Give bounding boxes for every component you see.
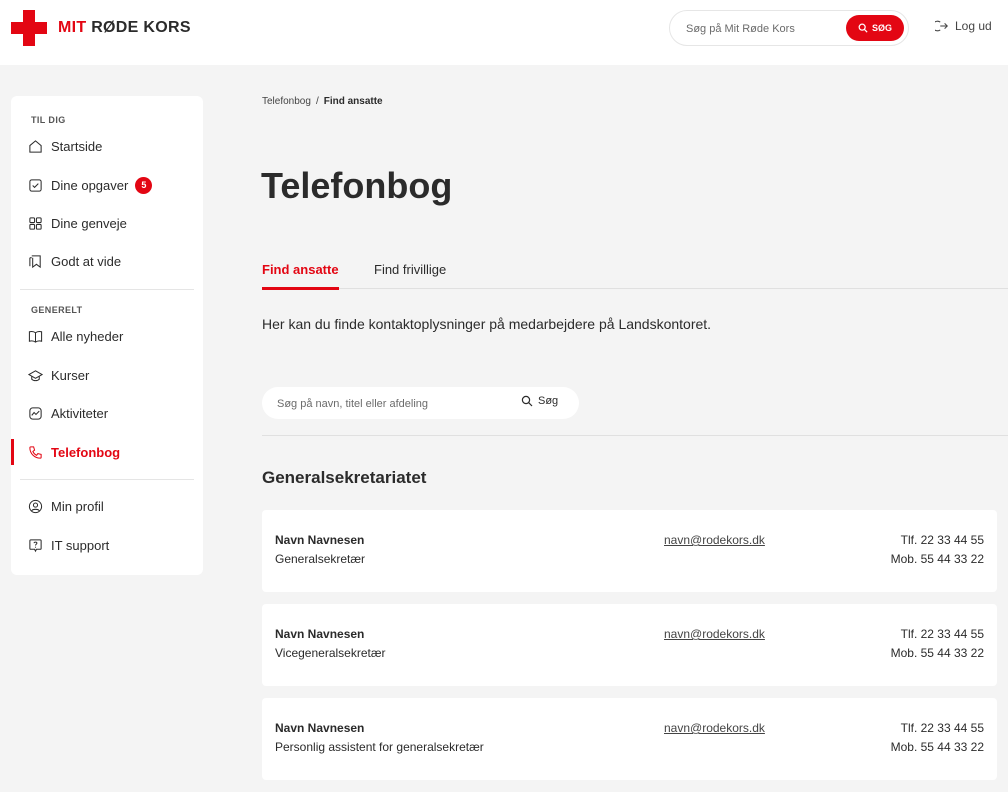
directory-search-button-label: Søg	[538, 395, 559, 407]
sidebar-item-label: Alle nyheder	[51, 328, 124, 344]
sidebar-item-label: Dine genveje	[51, 215, 127, 231]
book-icon	[28, 330, 43, 343]
sidebar-item-startside[interactable]: Startside	[11, 134, 203, 158]
contact-email-link[interactable]: navn@rodekors.dk	[664, 627, 765, 641]
contact-mobile: Mob. 55 44 33 22	[890, 740, 984, 754]
sidebar-item-alle-nyheder[interactable]: Alle nyheder	[11, 324, 203, 348]
phone-icon	[29, 445, 42, 459]
breadcrumb-current: Find ansatte	[323, 96, 383, 107]
department-title: Generalsekretariatet	[262, 468, 427, 487]
directory-search-input[interactable]	[277, 395, 497, 412]
logo-text: MIT RØDE KORS	[58, 19, 191, 37]
contact-card: Navn Navnesen Personlig assistent for ge…	[262, 698, 997, 780]
tab-bar: Find ansatte Find frivillige	[262, 260, 1008, 290]
sidebar-item-min-profil[interactable]: Min profil	[11, 494, 203, 518]
logout-icon	[935, 20, 948, 32]
grid-icon	[29, 216, 42, 230]
sidebar-item-dine-genveje[interactable]: Dine genveje	[11, 211, 203, 235]
sidebar: TIL DIG Startside Dine opgaver 5 Dine ge…	[11, 96, 203, 575]
contact-title: Generalsekretær	[275, 552, 366, 566]
sidebar-item-label: Godt at vide	[51, 253, 122, 269]
sidebar-item-dine-opgaver[interactable]: Dine opgaver 5	[11, 173, 203, 197]
home-icon	[29, 139, 42, 153]
sidebar-item-label: Aktiviteter	[51, 405, 109, 421]
top-header: MIT RØDE KORS SØG Log ud	[0, 0, 1008, 65]
contact-title: Personlig assistent for generalsekretær	[275, 740, 484, 754]
sidebar-item-label: Min profil	[51, 498, 104, 514]
sidebar-item-kurser[interactable]: Kurser	[11, 363, 203, 387]
intro-text: Her kan du finde kontaktoplysninger på m…	[262, 316, 712, 332]
directory-search-button[interactable]: Søg	[521, 395, 558, 407]
contact-title: Vicegeneralsekretær	[275, 646, 386, 660]
logo[interactable]: MIT RØDE KORS	[11, 10, 191, 46]
sidebar-item-label: IT support	[51, 537, 110, 553]
sidebar-item-label: Kurser	[51, 367, 90, 383]
sidebar-item-label: Dine opgaver	[51, 177, 129, 193]
activity-icon	[29, 406, 42, 420]
header-search-input[interactable]	[686, 20, 846, 38]
sidebar-divider	[20, 479, 194, 480]
red-cross-icon	[11, 10, 47, 46]
contact-name: Navn Navnesen	[275, 627, 365, 641]
help-icon	[29, 538, 42, 552]
sidebar-item-godt-at-vide[interactable]: Godt at vide	[11, 249, 203, 273]
contact-mobile: Mob. 55 44 33 22	[890, 646, 984, 660]
user-icon	[28, 499, 43, 513]
logout-label: Log ud	[955, 19, 992, 33]
logout-button[interactable]: Log ud	[935, 19, 992, 33]
sidebar-item-label: Telefonbog	[51, 444, 121, 460]
logo-prefix: MIT	[58, 19, 87, 36]
header-search: SØG	[669, 10, 909, 46]
sidebar-item-label: Startside	[51, 138, 103, 154]
contact-card: Navn Navnesen Generalsekretær navn@rodek…	[262, 510, 997, 592]
contact-email-link[interactable]: navn@rodekors.dk	[664, 533, 765, 547]
checkbox-icon	[29, 178, 42, 192]
contact-phone: Tlf. 22 33 44 55	[900, 627, 984, 641]
contact-phone: Tlf. 22 33 44 55	[900, 533, 984, 547]
graduation-cap-icon	[28, 369, 43, 381]
bookmark-icon	[29, 254, 41, 268]
sidebar-item-telefonbog[interactable]: Telefonbog	[11, 439, 203, 465]
breadcrumb-separator: /	[315, 96, 319, 107]
task-count-badge: 5	[135, 176, 153, 194]
sidebar-section-title: TIL DIG	[31, 115, 66, 125]
contact-phone: Tlf. 22 33 44 55	[900, 721, 984, 735]
sidebar-section-title: GENERELT	[31, 305, 83, 315]
header-search-button[interactable]: SØG	[846, 15, 904, 41]
header-search-button-label: SØG	[871, 23, 892, 33]
search-icon	[521, 395, 533, 407]
contact-email-link[interactable]: navn@rodekors.dk	[664, 721, 765, 735]
sidebar-item-aktiviteter[interactable]: Aktiviteter	[11, 401, 203, 425]
tab-find-frivillige[interactable]: Find frivillige	[374, 262, 446, 289]
breadcrumb-parent[interactable]: Telefonbog	[262, 96, 311, 107]
contact-card: Navn Navnesen Vicegeneralsekretær navn@r…	[262, 604, 997, 686]
sidebar-item-it-support[interactable]: IT support	[11, 533, 203, 557]
directory-search: Søg	[262, 387, 579, 419]
logo-suffix: RØDE KORS	[91, 19, 191, 36]
content-divider	[262, 435, 1008, 436]
search-icon	[858, 23, 868, 33]
page-title: Telefonbog	[261, 165, 453, 206]
sidebar-divider	[20, 289, 194, 290]
tab-find-ansatte[interactable]: Find ansatte	[262, 262, 339, 290]
contact-name: Navn Navnesen	[275, 533, 365, 547]
contact-mobile: Mob. 55 44 33 22	[890, 552, 984, 566]
breadcrumb: Telefonbog / Find ansatte	[262, 96, 383, 107]
contact-name: Navn Navnesen	[275, 721, 365, 735]
